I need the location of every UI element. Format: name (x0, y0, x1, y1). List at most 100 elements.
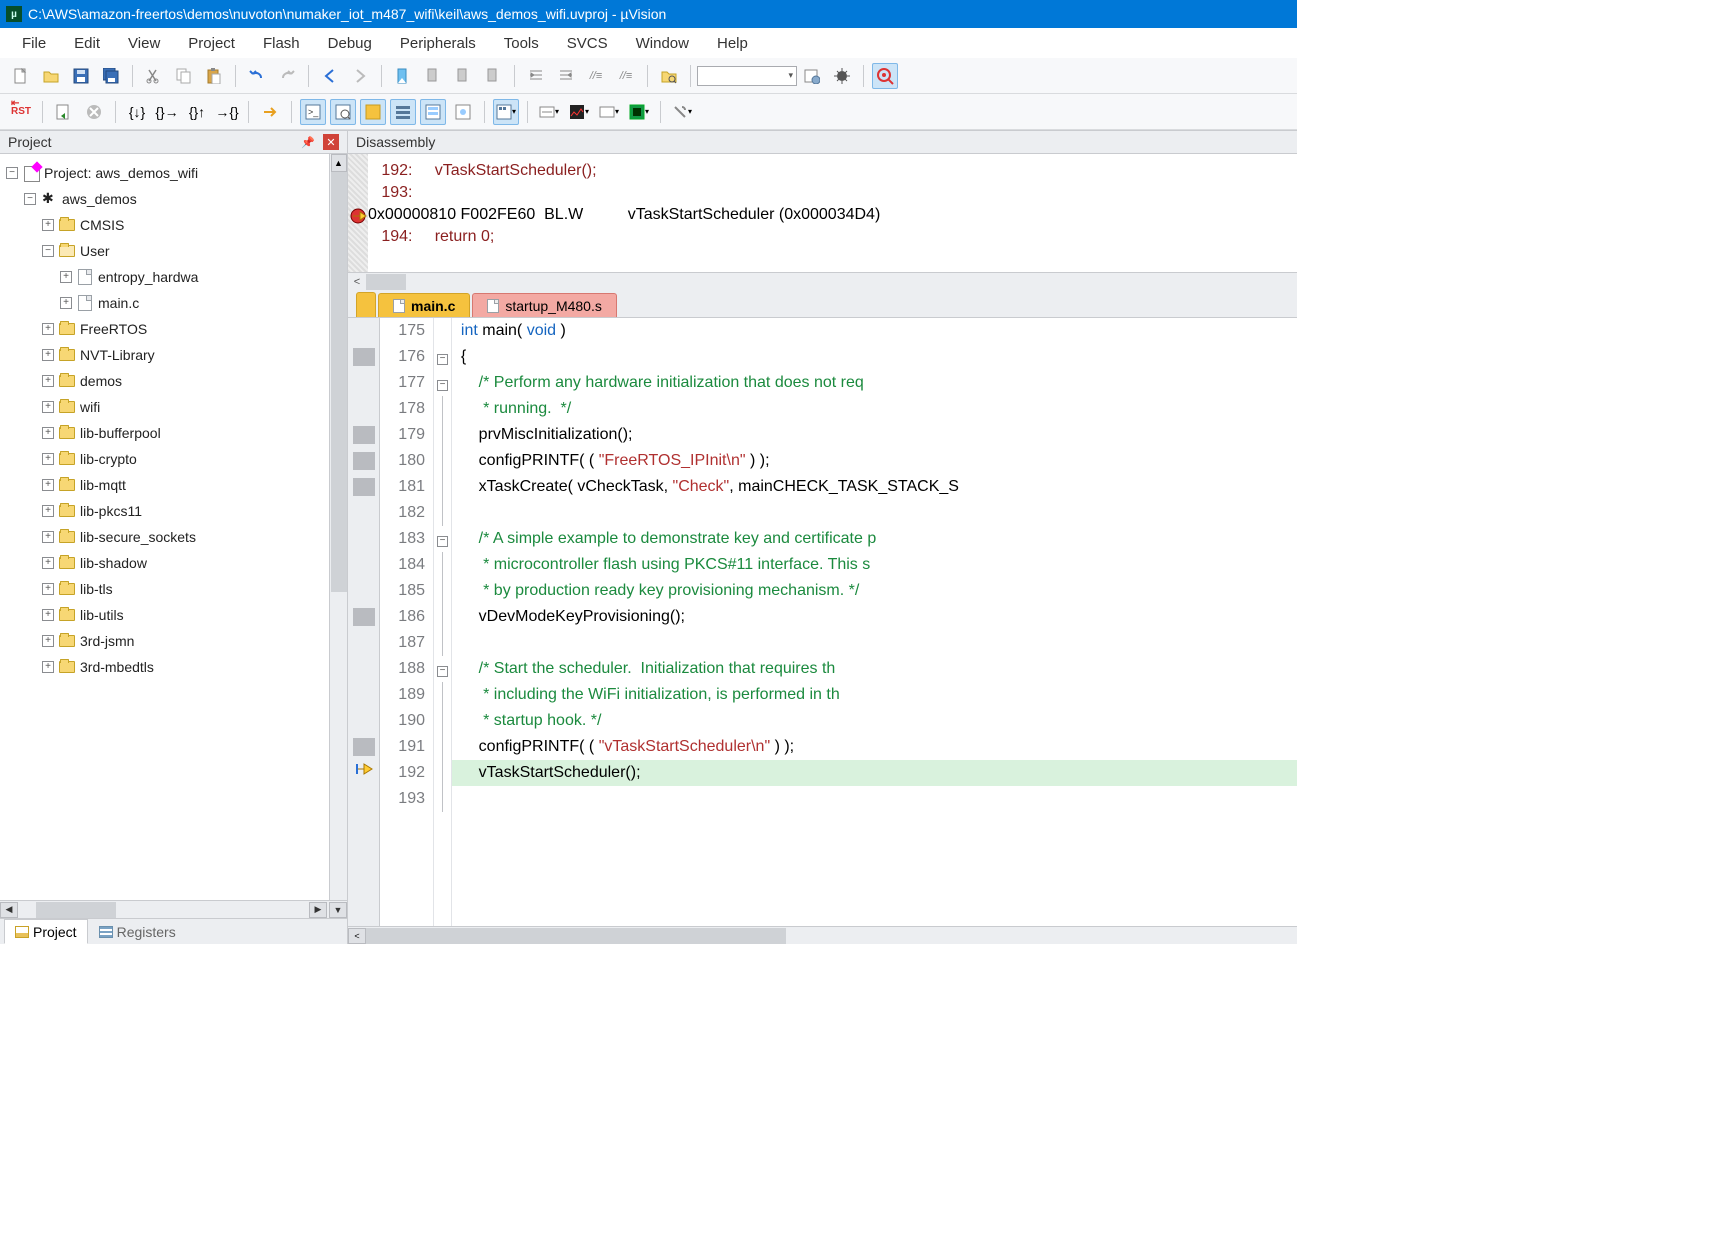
registers-window-icon[interactable] (390, 99, 416, 125)
memory-window-icon[interactable]: ▾ (493, 99, 519, 125)
open-file-icon[interactable] (38, 63, 64, 89)
tree-group-lib-shadow[interactable]: lib-shadow (6, 550, 347, 576)
tree-group-lib-crypto[interactable]: lib-crypto (6, 446, 347, 472)
menu-view[interactable]: View (114, 31, 174, 56)
menu-project[interactable]: Project (174, 31, 249, 56)
trace-window-icon[interactable]: ▾ (596, 99, 622, 125)
expand-icon[interactable] (42, 635, 54, 647)
bookmark-clear-icon[interactable] (480, 63, 506, 89)
nav-forward-icon[interactable] (347, 63, 373, 89)
expand-icon[interactable] (42, 609, 54, 621)
expand-icon[interactable] (42, 531, 54, 543)
tree-group-wifi[interactable]: wifi (6, 394, 347, 420)
call-stack-window-icon[interactable] (420, 99, 446, 125)
tree-group-CMSIS[interactable]: CMSIS (6, 212, 347, 238)
run-icon[interactable] (51, 99, 77, 125)
expand-icon[interactable] (6, 167, 18, 179)
code-editor[interactable]: 1751761771781791801811821831841851861871… (348, 318, 1297, 926)
show-next-statement-icon[interactable] (257, 99, 283, 125)
editor-tab-startup_M480.s[interactable]: startup_M480.s (472, 293, 617, 317)
menu-svcs[interactable]: SVCS (553, 31, 622, 56)
run-to-cursor-icon[interactable]: →{} (214, 99, 240, 125)
tree-file-entropy_hardwa[interactable]: entropy_hardwa (6, 264, 347, 290)
uncomment-icon[interactable]: //≡ (613, 63, 639, 89)
tab-project[interactable]: Project (4, 919, 88, 944)
expand-icon[interactable] (42, 349, 54, 361)
tree-group-FreeRTOS[interactable]: FreeRTOS (6, 316, 347, 342)
cut-icon[interactable] (141, 63, 167, 89)
system-viewer-icon[interactable]: ▾ (626, 99, 652, 125)
tree-file-main.c[interactable]: main.c (6, 290, 347, 316)
new-file-icon[interactable] (8, 63, 34, 89)
comment-icon[interactable]: //≡ (583, 63, 609, 89)
tree-group-3rd-mbedtls[interactable]: 3rd-mbedtls (6, 654, 347, 680)
stop-icon[interactable] (81, 99, 107, 125)
tab-registers[interactable]: Registers (88, 919, 187, 944)
editor-tab-main.c[interactable]: main.c (378, 293, 470, 317)
disassembly-hscroll[interactable]: < (348, 272, 1297, 290)
tree-group-lib-mqtt[interactable]: lib-mqtt (6, 472, 347, 498)
save-all-icon[interactable] (98, 63, 124, 89)
disassembly-window-icon[interactable] (330, 99, 356, 125)
tree-group-demos[interactable]: demos (6, 368, 347, 394)
indent-icon[interactable] (523, 63, 549, 89)
outdent-icon[interactable] (553, 63, 579, 89)
expand-icon[interactable] (42, 479, 54, 491)
expand-icon[interactable] (42, 505, 54, 517)
menu-debug[interactable]: Debug (314, 31, 386, 56)
symbols-window-icon[interactable] (360, 99, 386, 125)
step-into-icon[interactable]: {↓} (124, 99, 150, 125)
redo-icon[interactable] (274, 63, 300, 89)
step-out-icon[interactable]: {}↑ (184, 99, 210, 125)
menu-edit[interactable]: Edit (60, 31, 114, 56)
menu-tools[interactable]: Tools (490, 31, 553, 56)
expand-icon[interactable] (42, 375, 54, 387)
find-combo[interactable]: ▾ (697, 66, 797, 86)
expand-icon[interactable] (42, 557, 54, 569)
pin-icon[interactable]: 📌 (297, 136, 319, 149)
expand-icon[interactable] (42, 401, 54, 413)
menu-file[interactable]: File (8, 31, 60, 56)
menu-peripherals[interactable]: Peripherals (386, 31, 490, 56)
sidebar-hscroll[interactable]: ◀▶▼ (0, 900, 347, 918)
tree-project-root[interactable]: Project: aws_demos_wifi (6, 160, 347, 186)
undo-icon[interactable] (244, 63, 270, 89)
expand-icon[interactable] (42, 219, 54, 231)
editor-hscroll[interactable]: < (348, 926, 1297, 944)
menu-flash[interactable]: Flash (249, 31, 314, 56)
close-icon[interactable]: ✕ (323, 134, 339, 150)
menu-window[interactable]: Window (622, 31, 703, 56)
debug-session-icon[interactable] (872, 63, 898, 89)
tree-group-lib-pkcs11[interactable]: lib-pkcs11 (6, 498, 347, 524)
tree-group-lib-utils[interactable]: lib-utils (6, 602, 347, 628)
project-tree[interactable]: Project: aws_demos_wifiaws_demosCMSISUse… (0, 154, 347, 686)
debug-settings-icon[interactable] (829, 63, 855, 89)
tree-group-NVT-Library[interactable]: NVT-Library (6, 342, 347, 368)
watch-window-icon[interactable] (450, 99, 476, 125)
paste-icon[interactable] (201, 63, 227, 89)
command-window-icon[interactable]: >_ (300, 99, 326, 125)
expand-icon[interactable] (42, 453, 54, 465)
bookmark-prev-icon[interactable] (420, 63, 446, 89)
config-wizard-icon[interactable] (799, 63, 825, 89)
expand-icon[interactable] (42, 323, 54, 335)
expand-icon[interactable] (42, 583, 54, 595)
save-icon[interactable] (68, 63, 94, 89)
reset-icon[interactable]: RST⇤ (8, 99, 34, 125)
expand-icon[interactable] (24, 193, 36, 205)
toolbox-icon[interactable]: ▾ (669, 99, 695, 125)
bookmark-toggle-icon[interactable] (390, 63, 416, 89)
tree-group-User[interactable]: User (6, 238, 347, 264)
tree-target[interactable]: aws_demos (6, 186, 347, 212)
expand-icon[interactable] (42, 661, 54, 673)
copy-icon[interactable] (171, 63, 197, 89)
tree-group-lib-secure_sockets[interactable]: lib-secure_sockets (6, 524, 347, 550)
nav-back-icon[interactable] (317, 63, 343, 89)
tree-group-3rd-jsmn[interactable]: 3rd-jsmn (6, 628, 347, 654)
serial-window-icon[interactable]: ▾ (536, 99, 562, 125)
expand-icon[interactable] (42, 427, 54, 439)
find-in-files-icon[interactable] (656, 63, 682, 89)
bookmark-next-icon[interactable] (450, 63, 476, 89)
expand-icon[interactable] (60, 271, 72, 283)
step-over-icon[interactable]: {}→ (154, 99, 180, 125)
